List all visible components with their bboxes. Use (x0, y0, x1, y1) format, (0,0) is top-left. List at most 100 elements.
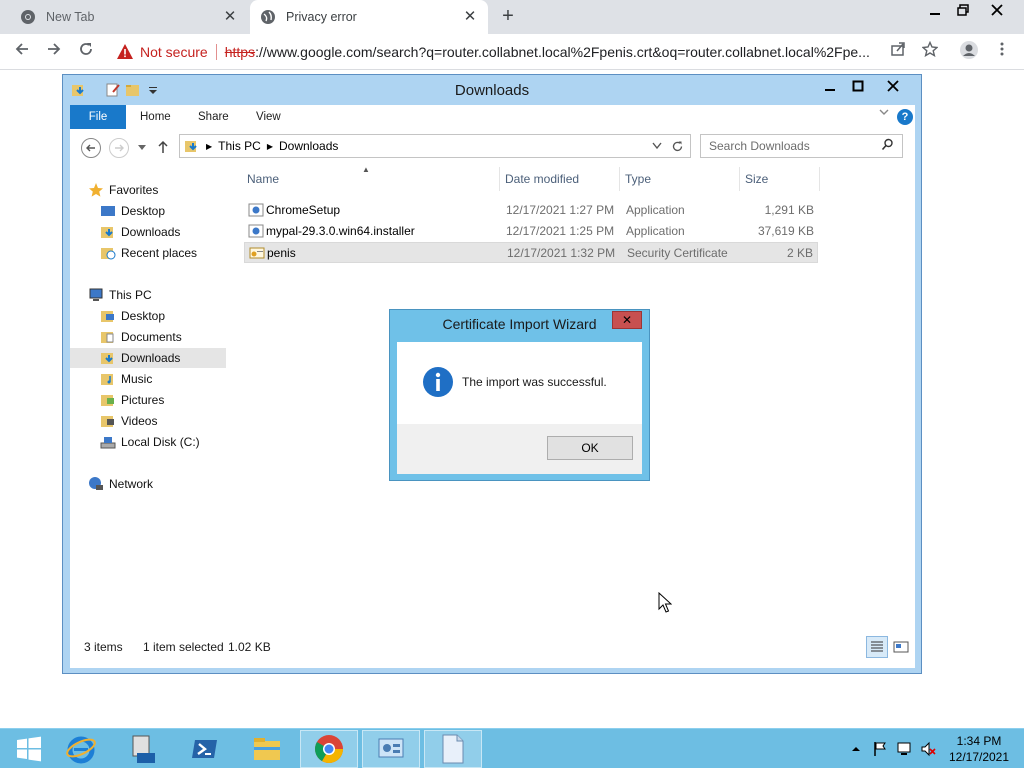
table-row-selected[interactable]: penis 12/17/2021 1:32 PM Security Certif… (244, 242, 818, 263)
column-label: Size (745, 172, 769, 186)
nav-pc-pictures[interactable]: Pictures (100, 390, 164, 410)
share-button[interactable] (886, 40, 910, 64)
window-close-button[interactable] (982, 0, 1012, 20)
tab-new-tab[interactable]: New Tab ✕ (12, 0, 248, 34)
address-bar[interactable]: Not secure https ://www.google.com/searc… (106, 38, 952, 66)
nav-pc-documents[interactable]: Documents (100, 327, 182, 347)
tab-home[interactable]: Home (140, 105, 171, 129)
bookmark-button[interactable] (918, 40, 942, 64)
column-header-name[interactable]: ▲ Name (242, 165, 500, 191)
details-view-button[interactable] (866, 636, 888, 658)
table-row[interactable]: ChromeSetup 12/17/2021 1:27 PM Applicati… (244, 200, 818, 221)
table-row[interactable]: mypal-29.3.0.win64.installer 12/17/2021 … (244, 221, 818, 242)
file-size: 1,291 KB (764, 203, 814, 217)
up-arrow-icon[interactable] (157, 140, 169, 154)
close-icon (886, 80, 899, 92)
taskbar-notepad[interactable] (424, 730, 482, 768)
column-header-date-modified[interactable]: Date modified (500, 167, 620, 191)
tab-file[interactable]: File (70, 105, 126, 129)
navigation-pane: Favorites Desktop Downloads Recent place… (70, 165, 230, 631)
nav-network[interactable]: Network (88, 474, 153, 494)
nav-favorites-desktop[interactable]: Desktop (100, 201, 165, 221)
restore-icon (957, 4, 969, 16)
nav-favorites[interactable]: Favorites (88, 180, 158, 200)
large-icons-view-button[interactable] (890, 636, 912, 658)
minimize-button[interactable] (920, 0, 950, 20)
forward-button[interactable] (42, 40, 66, 64)
taskbar-internet-explorer[interactable] (52, 730, 110, 768)
recent-locations-icon[interactable] (137, 144, 147, 152)
dialog-close-button[interactable]: ✕ (612, 311, 642, 329)
folder-download-icon (185, 141, 197, 152)
nav-label: Downloads (121, 225, 181, 239)
system-tray (850, 729, 936, 768)
new-tab-button[interactable]: + (497, 6, 519, 28)
ribbon-expand-button[interactable] (879, 107, 889, 120)
more-vert-icon (1000, 42, 1004, 56)
document-icon (442, 734, 464, 764)
nav-this-pc[interactable]: This PC (88, 285, 152, 305)
star-icon (89, 183, 103, 197)
server-manager-icon (132, 735, 155, 763)
back-button[interactable] (10, 40, 34, 64)
profile-button[interactable] (957, 40, 981, 64)
explorer-close-button[interactable] (879, 77, 906, 97)
tab-view[interactable]: View (256, 105, 281, 129)
chevron-down-icon[interactable] (652, 142, 662, 150)
nav-pc-videos[interactable]: Videos (100, 411, 157, 431)
nav-label: Documents (121, 330, 182, 344)
close-icon[interactable]: ✕ (462, 9, 478, 25)
omnibox-divider (215, 44, 217, 60)
tab-share[interactable]: Share (198, 105, 229, 129)
ok-button[interactable]: OK (547, 436, 633, 460)
clock-time: 1:34 PM (956, 734, 1002, 748)
not-secure-label[interactable]: Not secure (140, 44, 208, 60)
explorer-maximize-button[interactable] (844, 77, 871, 97)
restore-button[interactable] (948, 0, 978, 20)
nav-pc-music[interactable]: Music (100, 369, 152, 389)
tab-privacy-error[interactable]: Privacy error ✕ (250, 0, 488, 34)
browser-toolbar: Not secure https ://www.google.com/searc… (0, 34, 1024, 70)
nav-favorites-downloads[interactable]: Downloads (100, 222, 180, 242)
refresh-icon[interactable] (671, 140, 684, 153)
star-icon (921, 40, 939, 58)
chevron-up-icon[interactable] (850, 743, 862, 755)
reload-button[interactable] (74, 40, 98, 64)
start-button[interactable] (0, 730, 58, 768)
nav-pc-downloads[interactable]: Downloads (70, 348, 226, 368)
explorer-titlebar[interactable]: Downloads (63, 75, 921, 105)
taskbar-clock[interactable]: 1:34 PM 12/17/2021 (944, 733, 1014, 765)
nav-pc-desktop[interactable]: Desktop (100, 306, 165, 326)
breadcrumb-downloads[interactable]: Downloads (279, 139, 338, 153)
taskbar-control-panel[interactable] (362, 730, 420, 768)
search-input[interactable]: Search Downloads (700, 134, 903, 158)
warning-icon (117, 44, 133, 59)
nav-favorites-recent-places[interactable]: Recent places (100, 243, 197, 263)
flag-icon[interactable] (872, 741, 888, 757)
internet-explorer-icon (66, 736, 96, 764)
nav-pc-local-disk[interactable]: Local Disk (C:) (100, 432, 200, 452)
breadcrumb-this-pc[interactable]: This PC (218, 139, 261, 153)
column-header-type[interactable]: Type (620, 167, 740, 191)
mouse-cursor-icon (658, 592, 672, 613)
search-icon (881, 138, 893, 151)
close-icon[interactable]: ✕ (222, 9, 238, 25)
taskbar-server-manager[interactable] (114, 730, 172, 768)
taskbar-chrome[interactable] (300, 730, 358, 768)
explorer-minimize-button[interactable] (816, 77, 843, 97)
help-button[interactable]: ? (897, 109, 913, 125)
computer-icon (89, 288, 103, 301)
taskbar-powershell[interactable] (176, 730, 234, 768)
breadcrumb-separator-icon[interactable]: ▶ (206, 142, 212, 151)
taskbar-file-explorer[interactable] (238, 730, 296, 768)
forward-button[interactable] (109, 138, 129, 158)
column-header-size[interactable]: Size (740, 167, 820, 191)
speaker-muted-icon[interactable] (920, 741, 936, 757)
menu-button[interactable] (990, 40, 1014, 64)
reload-icon (80, 43, 92, 55)
address-box[interactable]: ▶ This PC ▶ Downloads (179, 134, 691, 158)
breadcrumb-separator-icon[interactable]: ▶ (267, 142, 273, 151)
back-button[interactable] (81, 138, 101, 158)
network-status-icon[interactable] (896, 741, 912, 757)
music-folder-icon (101, 374, 113, 385)
